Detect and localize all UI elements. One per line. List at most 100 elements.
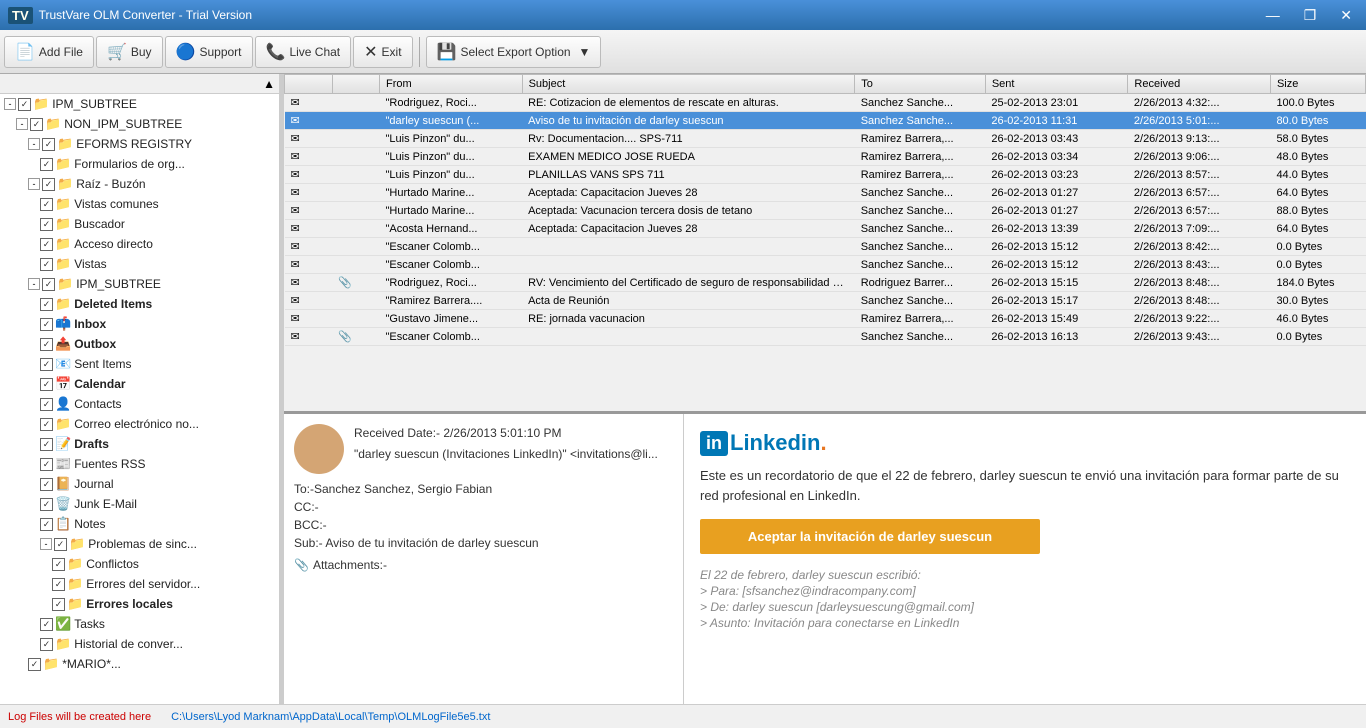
checkbox[interactable] [40, 438, 53, 451]
live-chat-button[interactable]: 📞 Live Chat [255, 36, 352, 68]
log-path-link[interactable]: C:\Users\Lyod Marknam\AppData\Local\Temp… [171, 711, 490, 723]
tree-item-fuentes-rss[interactable]: 📰 Fuentes RSS [0, 454, 279, 474]
checkbox[interactable] [40, 298, 53, 311]
tree-item-sent-items[interactable]: 📧 Sent Items [0, 354, 279, 374]
preview-right[interactable]: in Linked in . Este es un recordatorio d… [684, 414, 1366, 704]
email-row[interactable]: ✉"Hurtado Marine...Aceptada: Capacitacio… [285, 184, 1366, 202]
maximize-button[interactable]: ❐ [1298, 5, 1323, 26]
tree-item[interactable]: 📁 Vistas comunes [0, 194, 279, 214]
checkbox[interactable] [40, 618, 53, 631]
col-header-attachment[interactable] [332, 75, 380, 94]
tree-item[interactable]: - 📁 IPM_SUBTREE [0, 274, 279, 294]
col-header-subject[interactable]: Subject [522, 75, 855, 94]
checkbox[interactable] [40, 478, 53, 491]
tree-item-conflictos[interactable]: 📁 Conflictos [0, 554, 279, 574]
checkbox[interactable] [40, 198, 53, 211]
checkbox[interactable] [52, 578, 65, 591]
email-row[interactable]: ✉"Rodriguez, Roci...RE: Cotizacion de el… [285, 94, 1366, 112]
email-row[interactable]: ✉"Escaner Colomb...Sanchez Sanche...26-0… [285, 238, 1366, 256]
checkbox[interactable] [40, 378, 53, 391]
checkbox[interactable] [18, 98, 31, 111]
add-file-button[interactable]: 📄 Add File [4, 36, 94, 68]
checkbox[interactable] [52, 598, 65, 611]
email-row[interactable]: ✉"Escaner Colomb...Sanchez Sanche...26-0… [285, 256, 1366, 274]
checkbox[interactable] [52, 558, 65, 571]
email-row[interactable]: ✉"Acosta Hernand...Aceptada: Capacitacio… [285, 220, 1366, 238]
email-row[interactable]: ✉📎"Rodriguez, Roci...RV: Vencimiento del… [285, 274, 1366, 292]
support-button[interactable]: 🔵 Support [165, 36, 253, 68]
tree-item-drafts[interactable]: 📝 Drafts [0, 434, 279, 454]
checkbox[interactable] [40, 218, 53, 231]
checkbox[interactable] [40, 498, 53, 511]
tree-item[interactable]: - 📁 EFORMS REGISTRY [0, 134, 279, 154]
email-row[interactable]: ✉📎"Escaner Colomb...Sanchez Sanche...26-… [285, 328, 1366, 346]
tree-item-outbox[interactable]: 📤 Outbox [0, 334, 279, 354]
email-row[interactable]: ✉"Ramirez Barrera....Acta de ReuniónSanc… [285, 292, 1366, 310]
checkbox[interactable] [40, 458, 53, 471]
tree-item[interactable]: 📁 Buscador [0, 214, 279, 234]
checkbox[interactable] [40, 398, 53, 411]
exit-button[interactable]: ✕ Exit [353, 36, 412, 68]
col-header-size[interactable]: Size [1270, 75, 1365, 94]
tree-item[interactable]: 📁 Acceso directo [0, 234, 279, 254]
tree-item-journal[interactable]: 📔 Journal [0, 474, 279, 494]
checkbox[interactable] [40, 238, 53, 251]
col-header-received[interactable]: Received [1128, 75, 1271, 94]
col-header-from[interactable]: From [380, 75, 523, 94]
checkbox[interactable] [40, 318, 53, 331]
checkbox[interactable] [28, 658, 41, 671]
close-button[interactable]: ✕ [1334, 5, 1358, 26]
email-row[interactable]: ✉"Luis Pinzon" du...PLANILLAS VANS SPS 7… [285, 166, 1366, 184]
tree-item-errores-locales[interactable]: 📁 Errores locales [0, 594, 279, 614]
tree-item[interactable]: - 📁 Raíz - Buzón [0, 174, 279, 194]
tree-item-calendar[interactable]: 📅 Calendar [0, 374, 279, 394]
tree-item-tasks[interactable]: ✅ Tasks [0, 614, 279, 634]
tree-item-deleted-items[interactable]: 📁 Deleted Items [0, 294, 279, 314]
minimize-button[interactable]: — [1260, 5, 1286, 26]
tree-item-correo[interactable]: 📁 Correo electrónico no... [0, 414, 279, 434]
checkbox[interactable] [42, 138, 55, 151]
expand-icon[interactable]: - [16, 118, 28, 130]
checkbox[interactable] [42, 178, 55, 191]
tree-item-inbox[interactable]: 📫 Inbox [0, 314, 279, 334]
tree-item[interactable]: - 📁 NON_IPM_SUBTREE [0, 114, 279, 134]
buy-button[interactable]: 🛒 Buy [96, 36, 163, 68]
checkbox[interactable] [54, 538, 67, 551]
col-header-to[interactable]: To [855, 75, 986, 94]
checkbox[interactable] [42, 278, 55, 291]
checkbox[interactable] [40, 358, 53, 371]
expand-icon[interactable]: - [4, 98, 16, 110]
tree-item-junk-email[interactable]: 🗑️ Junk E-Mail [0, 494, 279, 514]
tree-item-notes[interactable]: 📋 Notes [0, 514, 279, 534]
expand-icon[interactable]: - [28, 278, 40, 290]
tree-item-errores-servidor[interactable]: 📁 Errores del servidor... [0, 574, 279, 594]
tree-item[interactable]: 📁 Vistas [0, 254, 279, 274]
col-header-icons[interactable] [285, 75, 333, 94]
expand-icon[interactable]: - [40, 538, 52, 550]
tree-item-historial[interactable]: 📁 Historial de conver... [0, 634, 279, 654]
email-list-scroll[interactable]: From Subject To Sent Received Size ✉"Rod… [284, 74, 1366, 411]
tree-item[interactable]: - 📁 IPM_SUBTREE [0, 94, 279, 114]
checkbox[interactable] [40, 258, 53, 271]
checkbox[interactable] [40, 338, 53, 351]
col-header-sent[interactable]: Sent [985, 75, 1128, 94]
expand-icon[interactable]: - [28, 138, 40, 150]
select-export-button[interactable]: 💾 Select Export Option ▼ [426, 36, 602, 68]
tree-item-mario[interactable]: 📁 *MARIO*... [0, 654, 279, 674]
checkbox[interactable] [40, 518, 53, 531]
email-row[interactable]: ✉"Gustavo Jimene...RE: jornada vacunacio… [285, 310, 1366, 328]
checkbox[interactable] [30, 118, 43, 131]
tree-item-problemas-sinc[interactable]: - 📁 Problemas de sinc... [0, 534, 279, 554]
scroll-up-arrow[interactable]: ▲ [263, 77, 275, 91]
email-row[interactable]: ✉"Luis Pinzon" du...Rv: Documentacion...… [285, 130, 1366, 148]
email-row[interactable]: ✉"Hurtado Marine...Aceptada: Vacunacion … [285, 202, 1366, 220]
checkbox[interactable] [40, 638, 53, 651]
email-row[interactable]: ✉"Luis Pinzon" du...EXAMEN MEDICO JOSE R… [285, 148, 1366, 166]
email-row[interactable]: ✉"darley suescun (...Aviso de tu invitac… [285, 112, 1366, 130]
expand-icon[interactable]: - [28, 178, 40, 190]
linkedin-accept-button[interactable]: Aceptar la invitación de darley suescun [700, 519, 1040, 554]
tree-item[interactable]: 📁 Formularios de org... [0, 154, 279, 174]
checkbox[interactable] [40, 418, 53, 431]
tree-item-contacts[interactable]: 👤 Contacts [0, 394, 279, 414]
checkbox[interactable] [40, 158, 53, 171]
